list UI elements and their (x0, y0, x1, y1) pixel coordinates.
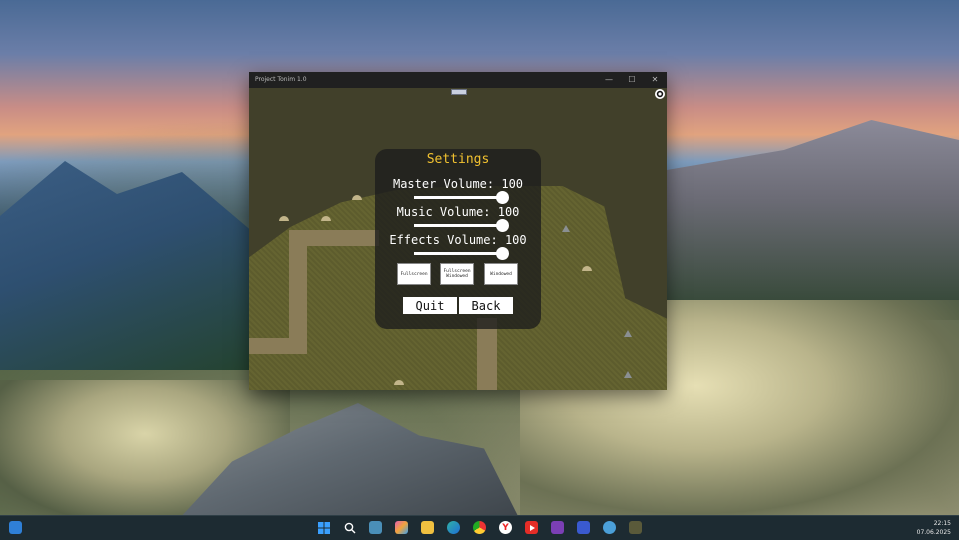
task-view-icon[interactable] (369, 521, 382, 534)
mushroom-sprite (582, 266, 592, 271)
gear-icon[interactable] (654, 88, 666, 100)
edge-icon[interactable] (447, 521, 460, 534)
music-volume-slider[interactable] (414, 224, 502, 227)
windowed-button[interactable]: Windowed (485, 264, 517, 284)
mushroom-sprite (321, 216, 331, 221)
settings-title: Settings (426, 152, 490, 167)
chrome-icon[interactable] (473, 521, 486, 534)
mushroom-sprite (394, 380, 404, 385)
wallpaper-mountain (667, 120, 959, 320)
taskbar: Y 22:15 07.06.2025 (0, 515, 959, 540)
window-titlebar[interactable]: Project Tonim 1.0 — ☐ ✕ (249, 72, 667, 88)
rock-sprite (624, 371, 632, 378)
master-volume-label: Master Volume: 100 (392, 177, 524, 191)
save-app-icon[interactable] (577, 521, 590, 534)
dirt-path (289, 230, 307, 340)
rock-sprite (624, 330, 632, 337)
maximize-button[interactable]: ☐ (621, 72, 643, 88)
search-icon[interactable] (343, 521, 356, 534)
effects-volume-label: Effects Volume: 100 (389, 233, 527, 247)
fullscreen-button[interactable]: Fullscreen (398, 264, 430, 284)
music-volume-knob[interactable] (496, 219, 509, 232)
effects-volume-knob[interactable] (496, 247, 509, 260)
dirt-path (249, 338, 307, 354)
game-window: Project Tonim 1.0 — ☐ ✕ Settings Master … (249, 72, 667, 390)
clock-time: 22:15 (933, 520, 951, 527)
widgets-icon[interactable] (9, 521, 22, 534)
mushroom-sprite (352, 195, 362, 200)
visual-studio-icon[interactable] (551, 521, 564, 534)
music-volume-label: Music Volume: 100 (396, 205, 520, 219)
master-volume-knob[interactable] (496, 191, 509, 204)
window-title: Project Tonim 1.0 (255, 76, 307, 83)
quit-button[interactable]: Quit (403, 297, 457, 314)
game-viewport[interactable]: Settings Master Volume: 100 Music Volume… (249, 88, 667, 390)
network-app-icon[interactable] (603, 521, 616, 534)
minimize-button[interactable]: — (598, 72, 620, 88)
back-button[interactable]: Back (459, 297, 513, 314)
clock-date: 07.06.2025 (916, 529, 951, 536)
file-explorer-icon[interactable] (421, 521, 434, 534)
effects-volume-slider[interactable] (414, 252, 502, 255)
game-app-icon[interactable] (629, 521, 642, 534)
settings-panel: Settings Master Volume: 100 Music Volume… (375, 149, 541, 329)
copilot-icon[interactable] (395, 521, 408, 534)
mushroom-sprite (279, 216, 289, 221)
youtube-icon[interactable] (525, 521, 538, 534)
master-volume-slider[interactable] (414, 196, 502, 199)
fullscreen-windowed-button[interactable]: Fullscreen Windowed (441, 264, 473, 284)
close-button[interactable]: ✕ (644, 72, 666, 88)
start-icon[interactable] (317, 521, 330, 534)
system-clock[interactable]: 22:15 07.06.2025 (917, 519, 951, 537)
yandex-icon[interactable]: Y (499, 521, 512, 534)
wallpaper-mountain (0, 161, 260, 370)
top-marker (451, 89, 467, 95)
rock-sprite (562, 225, 570, 232)
